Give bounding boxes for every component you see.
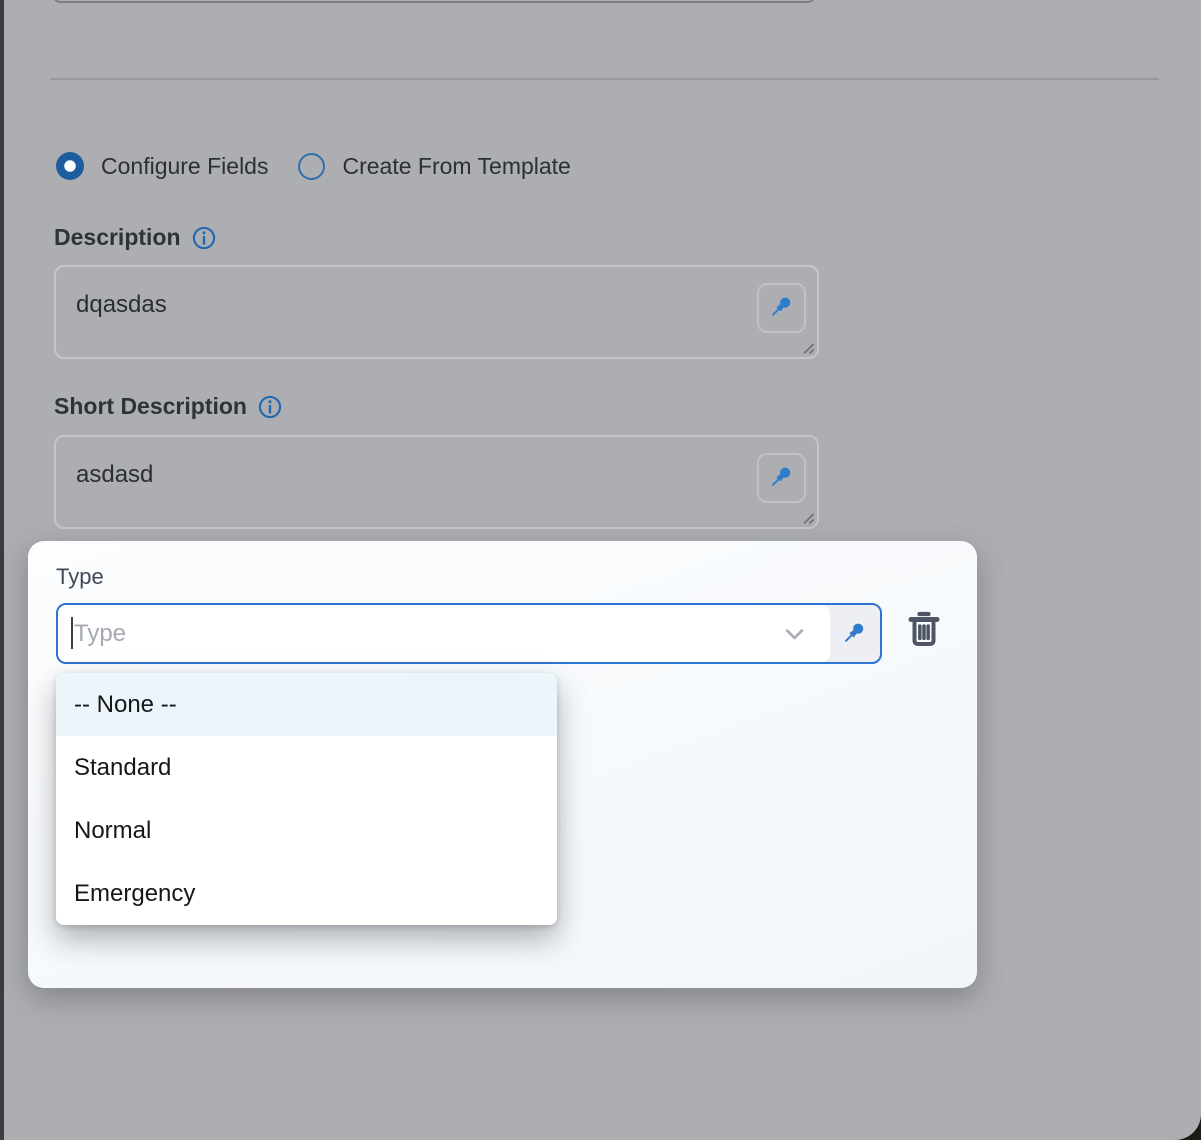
radio-create-from-template[interactable]: Create From Template: [298, 153, 570, 180]
section-divider: [51, 78, 1159, 80]
delete-field-button[interactable]: [902, 607, 946, 651]
type-field-spotlight-card: Type Type: [28, 541, 977, 988]
chevron-down-icon[interactable]: [781, 620, 808, 647]
radio-label: Create From Template: [342, 153, 570, 180]
dropdown-option-normal[interactable]: Normal: [56, 799, 557, 862]
resize-handle-icon[interactable]: [800, 340, 814, 354]
info-icon[interactable]: [191, 225, 217, 251]
pin-button[interactable]: [757, 453, 806, 503]
description-label: Description: [54, 224, 181, 251]
radio-selected-icon[interactable]: [56, 152, 84, 180]
info-icon[interactable]: [257, 394, 283, 420]
resize-handle-icon[interactable]: [800, 510, 814, 524]
type-placeholder: Type: [74, 620, 126, 648]
type-dropdown-list: -- None -- Standard Normal Emergency: [56, 673, 557, 925]
description-label-row: Description: [54, 224, 217, 251]
short-description-textarea[interactable]: asdasd: [54, 435, 819, 529]
mode-radio-group: Configure Fields Create From Template: [56, 152, 571, 180]
pin-button[interactable]: [757, 283, 806, 333]
short-description-field-wrap: asdasd: [54, 435, 819, 529]
description-textarea[interactable]: dqasdas: [54, 265, 819, 359]
radio-label: Configure Fields: [101, 153, 268, 180]
dropdown-option-standard[interactable]: Standard: [56, 736, 557, 799]
text-caret: [71, 617, 73, 649]
type-label: Type: [56, 564, 104, 590]
type-combobox[interactable]: Type: [56, 603, 882, 664]
cutoff-textarea-edge: [52, 0, 816, 3]
short-description-label-row: Short Description: [54, 393, 283, 420]
radio-configure-fields[interactable]: Configure Fields: [56, 152, 268, 180]
type-combobox-input[interactable]: Type: [58, 605, 830, 662]
dropdown-option-none[interactable]: -- None --: [56, 673, 557, 736]
dropdown-option-emergency[interactable]: Emergency: [56, 862, 557, 925]
pin-button[interactable]: [830, 605, 880, 662]
radio-unselected-icon[interactable]: [298, 153, 325, 180]
short-description-label: Short Description: [54, 393, 247, 420]
description-field-wrap: dqasdas: [54, 265, 819, 359]
dimmed-form-overlay: Configure Fields Create From Template De…: [4, 0, 1201, 1140]
